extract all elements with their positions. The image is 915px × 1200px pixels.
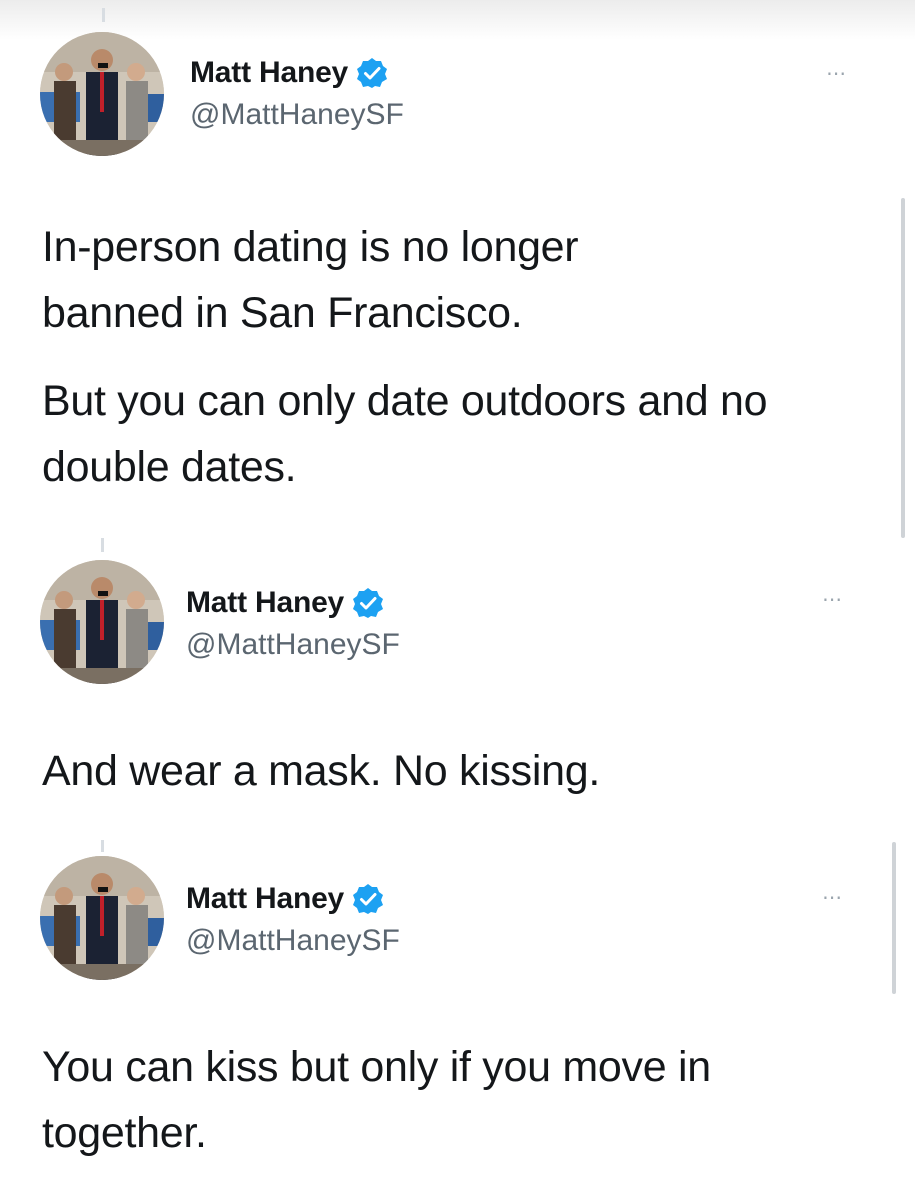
scrollbar[interactable]	[892, 842, 896, 994]
verified-badge-icon	[352, 883, 384, 915]
scrollbar[interactable]	[901, 198, 905, 538]
author-display-name[interactable]: Matt Haney	[186, 586, 344, 620]
tweet-text: In-person dating is no longer banned in …	[42, 214, 872, 500]
author-handle[interactable]: @MattHaneySF	[186, 628, 400, 662]
tweet-paragraph: In-person dating is no longer banned in …	[42, 223, 579, 337]
author-handle[interactable]: @MattHaneySF	[186, 924, 400, 958]
thread-line	[101, 538, 104, 552]
avatar[interactable]	[40, 856, 164, 980]
tweet-paragraph: And wear a mask. No kissing.	[42, 747, 600, 795]
author-display-name[interactable]: Matt Haney	[190, 56, 348, 90]
author-handle[interactable]: @MattHaneySF	[190, 98, 404, 132]
tweet-text: You can kiss but only if you move in tog…	[42, 1034, 872, 1166]
more-options-icon[interactable]: ⋯	[826, 64, 847, 84]
author-name-row[interactable]: Matt Haney	[190, 56, 388, 90]
verified-badge-icon	[352, 587, 384, 619]
avatar[interactable]	[40, 560, 164, 684]
avatar[interactable]	[40, 32, 164, 156]
more-options-icon[interactable]: ⋯	[822, 888, 843, 908]
author-name-row[interactable]: Matt Haney	[186, 882, 384, 916]
author-name-row[interactable]: Matt Haney	[186, 586, 384, 620]
tweet-paragraph: You can kiss but only if you move in tog…	[42, 1043, 711, 1157]
tweet-paragraph: But you can only date outdoors and no do…	[42, 377, 768, 491]
verified-badge-icon	[356, 57, 388, 89]
thread-line	[102, 8, 105, 22]
top-shadow	[0, 0, 915, 40]
more-options-icon[interactable]: ⋯	[822, 590, 843, 610]
tweet-text: And wear a mask. No kissing.	[42, 738, 872, 804]
thread-line	[101, 840, 104, 852]
author-display-name[interactable]: Matt Haney	[186, 882, 344, 916]
